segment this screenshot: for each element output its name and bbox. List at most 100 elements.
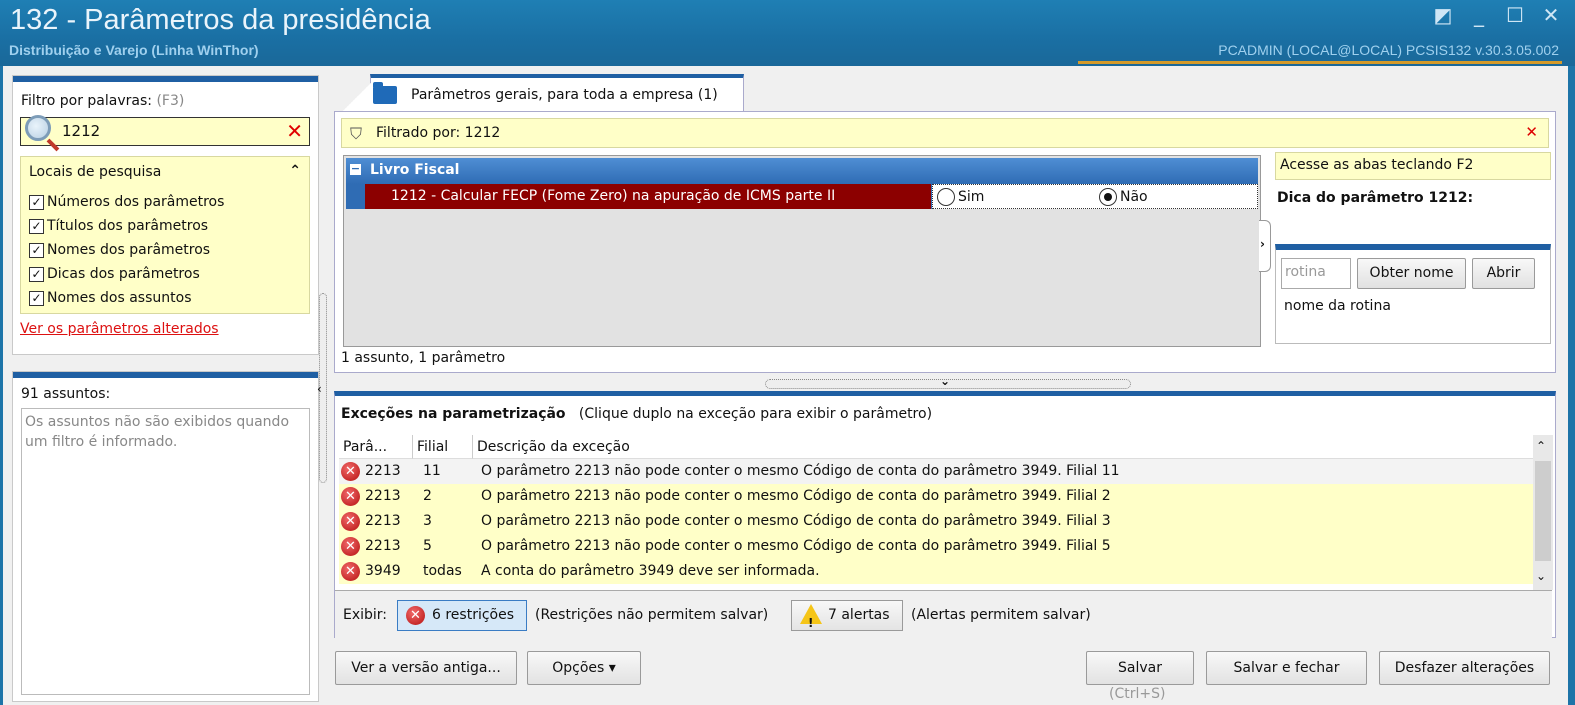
parameter-name: 1212 - Calcular FECP (Fome Zero) na apur…: [365, 184, 931, 209]
cell-filial: 3: [423, 513, 432, 529]
checkbox-icon: ✓: [29, 290, 44, 306]
exceptions-hint: (Clique duplo na exceção para exibir o p…: [578, 406, 933, 422]
radio-nao[interactable]: Não: [1099, 188, 1148, 206]
exceptions-header: Exceções na parametrização (Clique duplo…: [341, 406, 932, 422]
filter-input[interactable]: 1212 ✕: [20, 115, 310, 146]
cell-filial: 2: [423, 488, 432, 504]
tip-title: Dica do parâmetro 1212:: [1277, 190, 1474, 206]
parameter-options: Sim Não: [932, 184, 1258, 209]
collapse-icon[interactable]: ⌃: [289, 163, 301, 179]
user-info: PCADMIN (LOCAL@LOCAL) PCSIS132 v.30.3.05…: [1218, 42, 1559, 58]
radio-icon: [937, 188, 955, 206]
filter-label: Filtro por palavras: (F3): [21, 93, 184, 109]
window-controls: ◩ _ ☐ ✕: [1433, 4, 1561, 26]
table-row[interactable]: ✕ 2213 11 O parâmetro 2213 não pode cont…: [339, 459, 1533, 484]
title-bar: 132 - Parâmetros da presidência Distribu…: [0, 0, 1575, 66]
changed-params-link[interactable]: Ver os parâmetros alterados: [20, 321, 219, 337]
close-filter-icon[interactable]: ✕: [1525, 123, 1538, 141]
window-title: 132 - Parâmetros da presidência: [10, 4, 431, 36]
collapse-group-icon[interactable]: −: [350, 163, 361, 175]
restricoes-note: (Restrições não permitem salvar): [535, 607, 769, 623]
search-icon: [25, 115, 51, 141]
checkbox-nomes[interactable]: ✓ Nomes dos parâmetros: [29, 242, 210, 258]
save-button[interactable]: Salvar: [1086, 651, 1194, 685]
filtered-by-text: Filtrado por: 1212: [376, 125, 501, 141]
undo-changes-button[interactable]: Desfazer alterações: [1379, 651, 1550, 685]
cell-param: 2213: [365, 513, 401, 529]
horizontal-splitter[interactable]: ⌄: [765, 374, 1131, 389]
checkbox-numeros[interactable]: ✓ Números dos parâmetros: [29, 194, 224, 210]
folder-icon: [373, 82, 397, 104]
tab-label: Parâmetros gerais, para toda a empresa (…: [411, 87, 718, 103]
checkbox-titulos[interactable]: ✓ Títulos dos parâmetros: [29, 218, 208, 234]
restricoes-button[interactable]: ✕ 6 restrições: [397, 600, 527, 631]
checkbox-assuntos[interactable]: ✓ Nomes dos assuntos: [29, 290, 192, 306]
tab-parametros-gerais[interactable]: Parâmetros gerais, para toda a empresa (…: [337, 74, 744, 116]
tip-splitter[interactable]: ›: [1259, 220, 1271, 272]
cell-filial: 5: [423, 538, 432, 554]
error-icon: ✕: [341, 487, 360, 506]
chevron-up-icon[interactable]: ⌃: [1536, 439, 1546, 453]
main-window: Filtro por palavras: (F3) 1212 ✕ Locais …: [3, 66, 1568, 705]
cell-param: 2213: [365, 538, 401, 554]
error-icon: ✕: [406, 606, 425, 625]
cell-desc: O parâmetro 2213 não pode conter o mesmo…: [481, 488, 1111, 504]
vertical-splitter[interactable]: ‹: [317, 293, 327, 483]
parameter-row[interactable]: 1212 - Calcular FECP (Fome Zero) na apur…: [346, 184, 1258, 209]
chevron-down-icon: ⌄: [940, 374, 951, 388]
checkbox-label: Dicas dos parâmetros: [47, 266, 200, 282]
scrollbar-thumb[interactable]: [1535, 461, 1551, 561]
minimize-icon[interactable]: _: [1469, 4, 1489, 26]
radio-label: Sim: [958, 189, 985, 205]
clear-filter-icon[interactable]: ✕: [286, 119, 303, 143]
column-header-filial[interactable]: Filial: [413, 435, 473, 459]
table-row[interactable]: ✕ 2213 5 O parâmetro 2213 não pode conte…: [339, 534, 1533, 559]
options-button[interactable]: Opções ▾: [527, 651, 641, 685]
rotina-name-label: nome da rotina: [1284, 298, 1391, 314]
old-version-button[interactable]: Ver a versão antiga...: [335, 651, 517, 685]
save-close-button[interactable]: Salvar e fechar: [1206, 651, 1367, 685]
column-header-param[interactable]: Parâ...: [339, 435, 413, 459]
cell-desc: A conta do parâmetro 3949 deve ser infor…: [481, 563, 820, 579]
cell-param: 3949: [365, 563, 401, 579]
subjects-list[interactable]: Os assuntos não são exibidos quando um f…: [21, 408, 310, 695]
checkbox-label: Nomes dos parâmetros: [47, 242, 211, 258]
panel-accent-bar: [13, 372, 318, 378]
user-info-underline: [1078, 61, 1562, 64]
restore-icon[interactable]: ◩: [1433, 4, 1453, 26]
panel-accent-bar: [13, 76, 318, 82]
cell-param: 2213: [365, 463, 401, 479]
access-hint-bar: Acesse as abas teclando F2: [1275, 152, 1551, 180]
filter-shortcut-hint: (F3): [156, 93, 185, 109]
search-locations-title: Locais de pesquisa: [29, 164, 162, 180]
table-row[interactable]: ✕ 3949 todas A conta do parâmetro 3949 d…: [339, 559, 1533, 584]
radio-sim[interactable]: Sim: [937, 188, 984, 206]
checkbox-label: Títulos dos parâmetros: [47, 218, 209, 234]
warning-icon: !: [800, 604, 822, 630]
checkbox-dicas[interactable]: ✓ Dicas dos parâmetros: [29, 266, 200, 282]
abrir-button[interactable]: Abrir: [1472, 258, 1535, 289]
close-icon[interactable]: ✕: [1541, 4, 1561, 26]
cell-filial: 11: [423, 463, 441, 479]
group-header[interactable]: − Livro Fiscal: [346, 158, 1258, 184]
checkbox-icon: ✓: [29, 242, 44, 258]
cell-desc: O parâmetro 2213 não pode conter o mesmo…: [481, 513, 1111, 529]
table-row[interactable]: ✕ 2213 3 O parâmetro 2213 não pode conte…: [339, 509, 1533, 534]
restricoes-label: 6 restrições: [432, 607, 515, 623]
exceptions-scrollbar[interactable]: ⌃ ⌄: [1533, 435, 1553, 590]
parameters-grid: − Livro Fiscal 1212 - Calcular FECP (Fom…: [343, 155, 1261, 347]
alertas-note: (Alertas permitem salvar): [911, 607, 1091, 623]
subjects-count: 91 assuntos:: [21, 386, 111, 402]
alertas-button[interactable]: ! 7 alertas: [791, 600, 903, 631]
table-row[interactable]: ✕ 2213 2 O parâmetro 2213 não pode conte…: [339, 484, 1533, 509]
exibir-label: Exibir:: [343, 607, 388, 623]
chevron-down-icon[interactable]: ⌄: [1536, 569, 1546, 583]
obter-nome-button[interactable]: Obter nome: [1357, 258, 1466, 289]
rotina-input[interactable]: rotina: [1281, 258, 1351, 289]
cell-filial: todas: [423, 563, 462, 579]
maximize-icon[interactable]: ☐: [1505, 4, 1525, 26]
rotina-box: rotina Obter nome Abrir nome da rotina: [1275, 244, 1551, 344]
column-header-descricao[interactable]: Descrição da exceção: [473, 435, 1533, 459]
subjects-message: Os assuntos não são exibidos quando um f…: [25, 414, 290, 450]
save-shortcut-hint: (Ctrl+S): [1109, 686, 1166, 702]
